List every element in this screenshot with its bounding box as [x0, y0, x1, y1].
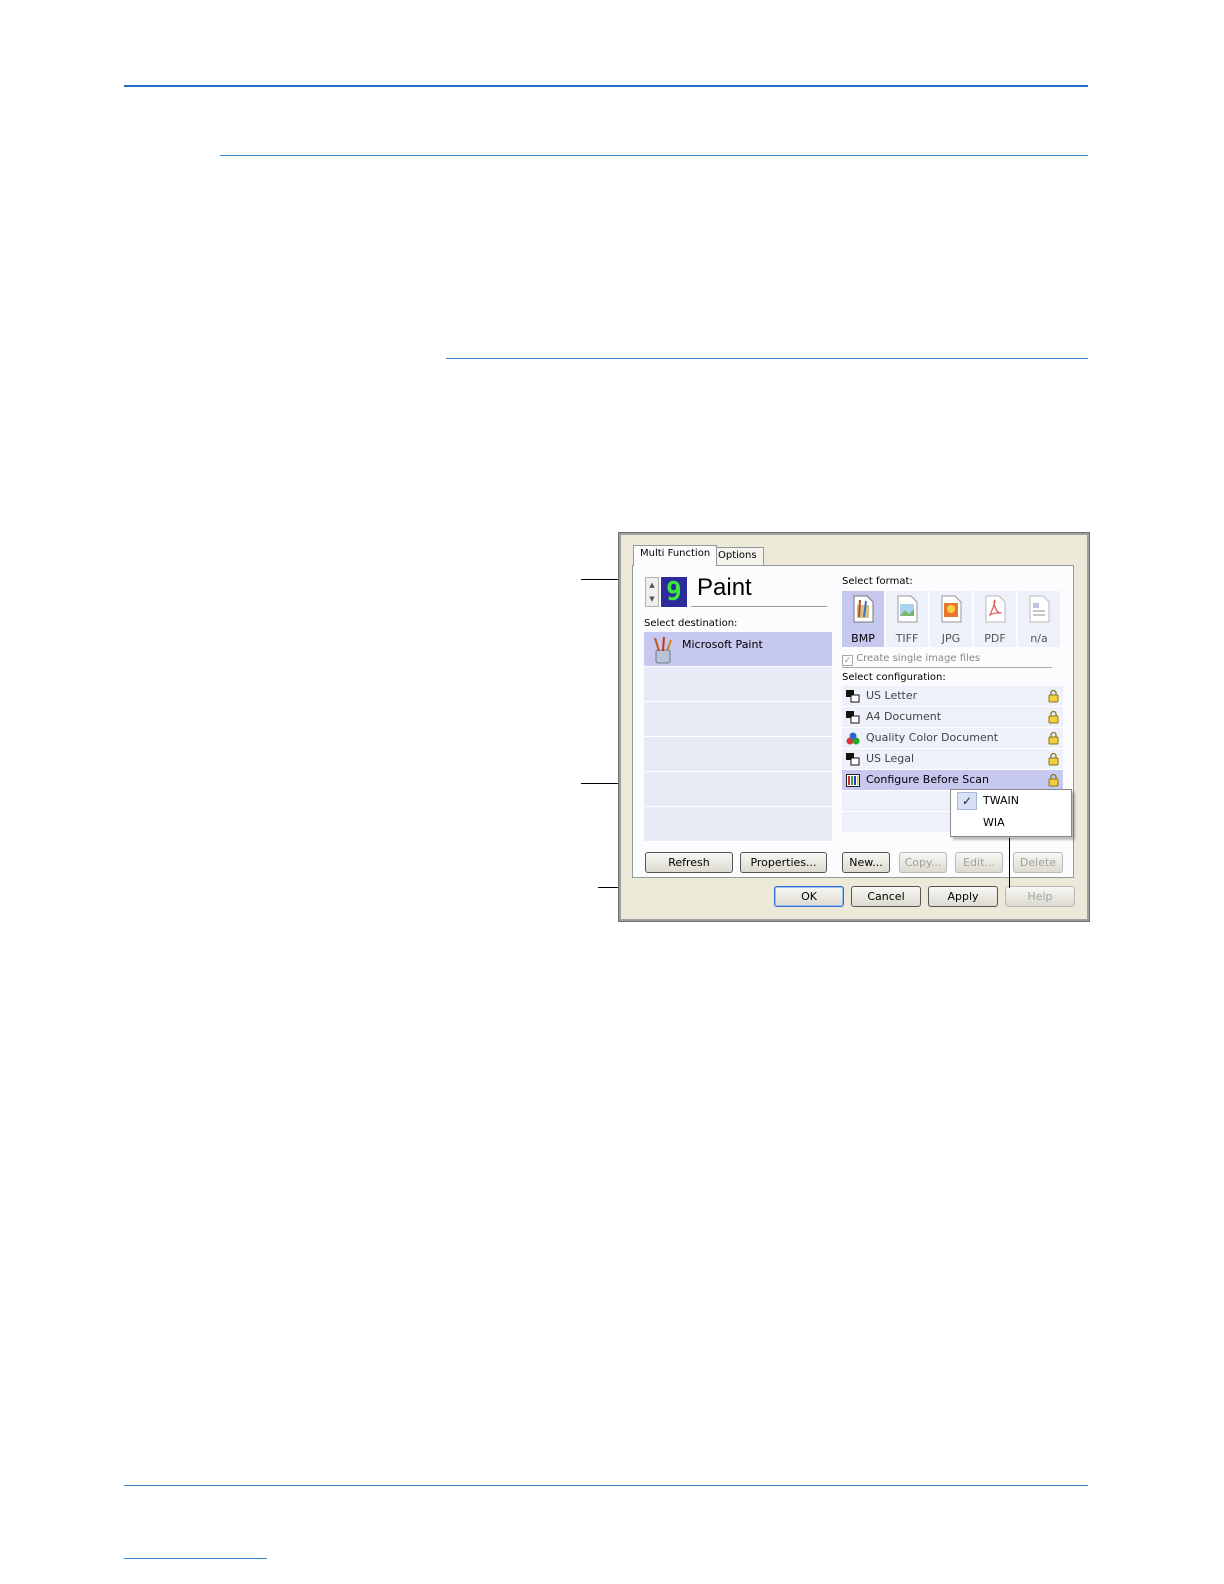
menu-item-wia[interactable]: WIA: [951, 812, 1071, 834]
select-configuration-label: Select configuration:: [842, 672, 946, 683]
select-destination-label: Select destination:: [644, 618, 738, 629]
config-label: US Letter: [866, 689, 918, 702]
checkmark-icon: ✓: [957, 792, 977, 810]
format-label: n/a: [1030, 632, 1048, 645]
tiff-file-icon: [897, 595, 918, 623]
format-label: BMP: [851, 632, 875, 645]
config-label: A4 Document: [866, 710, 942, 723]
config-label: US Legal: [866, 752, 915, 765]
tab-options[interactable]: Options: [711, 547, 764, 566]
lock-icon: [1048, 773, 1059, 787]
select-format-label: Select format:: [842, 576, 913, 587]
config-item-a4-document[interactable]: A4 Document: [842, 707, 1063, 728]
config-label: Configure Before Scan: [866, 773, 990, 786]
destination-empty-row[interactable]: [644, 772, 832, 807]
scanner-properties-dialog: Multi Function Options ▲ ▼ 9 Paint Selec…: [618, 532, 1090, 922]
black-white-config-icon: [846, 711, 860, 724]
format-na[interactable]: n/a: [1018, 591, 1060, 647]
help-button[interactable]: Help: [1005, 886, 1075, 907]
bmp-file-icon: [853, 595, 874, 623]
properties-button[interactable]: Properties...: [740, 852, 827, 873]
lock-icon: [1048, 731, 1059, 745]
config-item-us-legal[interactable]: US Legal: [842, 749, 1063, 770]
button-number-display: 9: [661, 577, 687, 607]
jpg-file-icon: [941, 595, 962, 623]
copy-button[interactable]: Copy...: [899, 852, 947, 873]
black-white-config-icon: [846, 753, 860, 766]
pdf-file-icon: [985, 595, 1006, 623]
format-label: TIFF: [895, 632, 919, 645]
format-pdf[interactable]: PDF: [974, 591, 1016, 647]
apply-button[interactable]: Apply: [928, 886, 998, 907]
black-white-config-icon: [846, 690, 860, 703]
new-button[interactable]: New...: [842, 852, 890, 873]
format-label: PDF: [984, 632, 1006, 645]
button-number-spinner[interactable]: ▲ ▼: [645, 577, 659, 607]
cancel-button[interactable]: Cancel: [851, 886, 921, 907]
spinner-up-icon[interactable]: ▲: [646, 578, 658, 592]
delete-button[interactable]: Delete: [1013, 852, 1063, 873]
single-image-label: Create single image files: [856, 653, 981, 664]
destination-list: Microsoft Paint: [644, 632, 832, 842]
refresh-button[interactable]: Refresh: [645, 852, 733, 873]
destination-title: Paint: [697, 574, 752, 601]
config-item-configure-before-scan[interactable]: Configure Before Scan: [842, 770, 1063, 791]
spinner-down-icon[interactable]: ▼: [646, 592, 658, 606]
header-rule: [124, 85, 1088, 87]
footer-rule: [124, 1485, 1088, 1486]
tab-panel: ▲ ▼ 9 Paint Select destination: Microsof…: [632, 565, 1074, 878]
lock-icon: [1048, 752, 1059, 766]
config-item-us-letter[interactable]: US Letter: [842, 686, 1063, 707]
destination-item-label: Microsoft Paint: [682, 638, 763, 651]
na-file-icon: [1029, 595, 1050, 623]
color-config-icon: [846, 732, 860, 745]
menu-item-twain[interactable]: ✓ TWAIN: [951, 790, 1071, 812]
single-image-option[interactable]: ✓ Create single image files: [842, 653, 980, 666]
lock-icon: [1048, 710, 1059, 724]
destination-title-underline: [691, 606, 827, 607]
destination-empty-row[interactable]: [644, 807, 832, 842]
destination-item-microsoft-paint[interactable]: Microsoft Paint: [644, 632, 832, 667]
callout-line-context-menu-vertical: [1009, 838, 1010, 888]
twain-wia-context-menu: ✓ TWAIN WIA: [950, 789, 1072, 837]
subsection-rule: [446, 358, 1088, 359]
tab-multi-function[interactable]: Multi Function: [633, 545, 718, 566]
single-image-checkbox[interactable]: ✓: [842, 655, 853, 666]
menu-item-label: WIA: [983, 816, 1005, 829]
edit-button[interactable]: Edit...: [955, 852, 1003, 873]
format-label: JPG: [941, 632, 961, 645]
configure-before-scan-icon: [846, 774, 860, 787]
destination-empty-row[interactable]: [644, 702, 832, 737]
config-label: Quality Color Document: [866, 731, 999, 744]
footnote-rule: [124, 1558, 267, 1559]
lock-icon: [1048, 689, 1059, 703]
format-selector: BMP TIFF JPG PDF n/a: [842, 591, 1060, 647]
ok-button[interactable]: OK: [774, 886, 844, 907]
destination-empty-row[interactable]: [644, 667, 832, 702]
destination-empty-row[interactable]: [644, 737, 832, 772]
format-bmp[interactable]: BMP: [842, 591, 884, 647]
config-item-quality-color-document[interactable]: Quality Color Document: [842, 728, 1063, 749]
menu-item-label: TWAIN: [983, 794, 1019, 807]
format-jpg[interactable]: JPG: [930, 591, 972, 647]
format-tiff[interactable]: TIFF: [886, 591, 928, 647]
section-rule: [220, 155, 1088, 156]
format-separator: [842, 667, 1052, 668]
paint-brushes-icon: [654, 636, 672, 664]
